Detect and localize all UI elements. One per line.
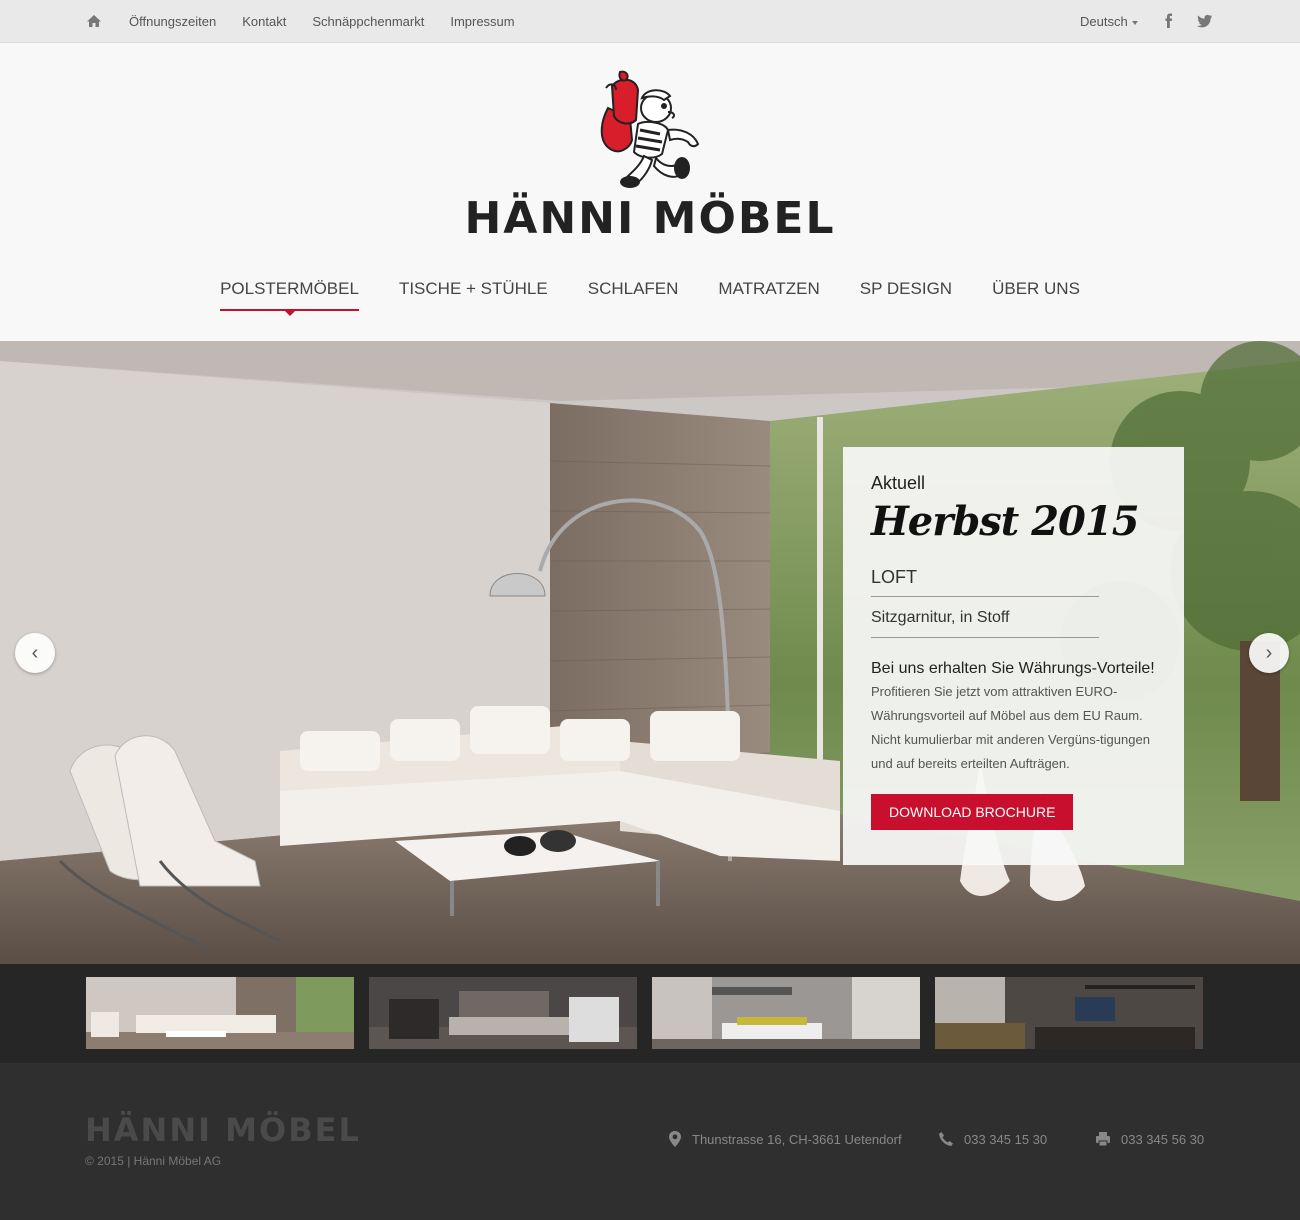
hero-slider: Aktuell Herbst 2015 LOFT Sitzgarnitur, i… — [0, 341, 1300, 964]
nav-tische-stuehle[interactable]: TISCHE + STÜHLE — [399, 279, 548, 311]
promo-description: Sitzgarnitur, in Stoff — [871, 609, 1099, 638]
chevron-right-icon: › — [1265, 642, 1273, 664]
nav-matratzen[interactable]: MATRATZEN — [718, 279, 819, 311]
top-link-kontakt[interactable]: Kontakt — [242, 14, 286, 29]
promo-body: Profitieren Sie jetzt vom attraktiven EU… — [871, 684, 1150, 771]
top-link-schnaeppchenmarkt[interactable]: Schnäppchenmarkt — [312, 14, 424, 29]
fax-text: 033 345 56 30 — [1121, 1131, 1205, 1147]
language-select[interactable]: Deutsch — [1080, 14, 1138, 29]
main-nav: POLSTERMÖBEL TISCHE + STÜHLE SCHLAFEN MA… — [0, 279, 1300, 316]
promo-model: LOFT — [871, 567, 1099, 597]
copyright: © 2015 | Hänni Möbel AG — [85, 1154, 222, 1168]
thumbnail-media-room[interactable] — [935, 977, 1203, 1049]
brand-logo-text[interactable]: HÄNNI MÖBEL — [450, 193, 850, 244]
thumbnail-modern-bedroom[interactable] — [652, 977, 920, 1049]
footer-logo[interactable]: HÄNNI MÖBEL — [85, 1111, 361, 1149]
top-link-oeffnungszeiten[interactable]: Öffnungszeiten — [129, 14, 216, 29]
promo-panel: Aktuell Herbst 2015 LOFT Sitzgarnitur, i… — [843, 447, 1184, 865]
top-nav: Öffnungszeiten Kontakt Schnäppchenmarkt … — [129, 0, 515, 43]
language-label: Deutsch — [1080, 14, 1128, 29]
phone-text: 033 345 15 30 — [964, 1131, 1048, 1147]
footer-phone[interactable]: 033 345 15 30 — [938, 1131, 1047, 1147]
map-pin-icon — [669, 1131, 681, 1147]
footer-address: Thunstrasse 16, CH-3661 Uetendorf — [668, 1131, 902, 1147]
site-footer: HÄNNI MÖBEL © 2015 | Hänni Möbel AG Thun… — [0, 1063, 1300, 1220]
top-bar: Öffnungszeiten Kontakt Schnäppchenmarkt … — [0, 0, 1300, 43]
address-text: Thunstrasse 16, CH-3661 Uetendorf — [692, 1131, 902, 1147]
slider-next-button[interactable]: › — [1249, 633, 1289, 673]
slider-prev-button[interactable]: ‹ — [15, 633, 55, 673]
phone-icon — [939, 1132, 953, 1146]
thumbnail-strip — [0, 964, 1300, 1063]
mascot-logo[interactable] — [590, 68, 710, 193]
site-header: HÄNNI MÖBEL POLSTERMÖBEL TISCHE + STÜHLE… — [0, 43, 1300, 341]
nav-schlafen[interactable]: SCHLAFEN — [588, 279, 679, 311]
nav-sp-design[interactable]: SP DESIGN — [860, 279, 952, 311]
footer-fax[interactable]: 033 345 56 30 — [1095, 1131, 1204, 1147]
download-brochure-button[interactable]: DOWNLOAD BROCHURE — [871, 794, 1074, 830]
promo-title: Herbst 2015 — [871, 498, 1140, 545]
promo-headline: Bei uns erhalten Sie Währungs-Vorteile! — [871, 660, 1155, 677]
thumbnail-bedroom[interactable] — [369, 977, 637, 1049]
home-icon[interactable] — [86, 13, 102, 29]
promo-kicker: Aktuell — [871, 473, 926, 493]
nav-ueber-uns[interactable]: ÜBER UNS — [992, 279, 1080, 311]
top-link-impressum[interactable]: Impressum — [450, 14, 514, 29]
twitter-icon[interactable] — [1196, 12, 1214, 30]
chevron-left-icon: ‹ — [31, 642, 39, 664]
nav-polstermoebel[interactable]: POLSTERMÖBEL — [220, 279, 359, 316]
thumbnail-living-room[interactable] — [86, 977, 354, 1049]
facebook-icon[interactable] — [1160, 12, 1178, 30]
printer-icon — [1096, 1132, 1110, 1147]
chevron-down-icon — [1131, 20, 1138, 25]
